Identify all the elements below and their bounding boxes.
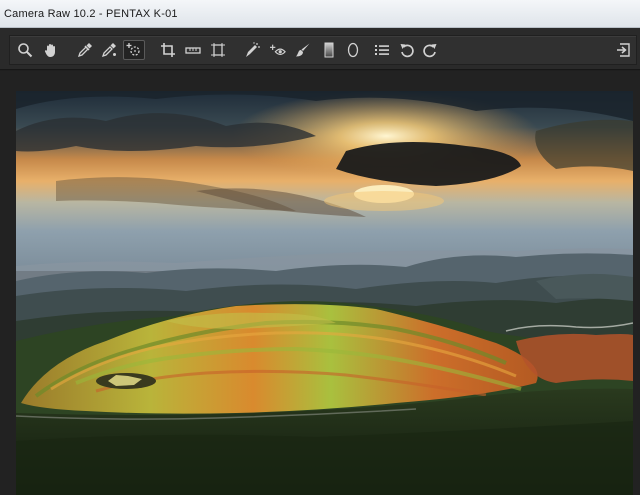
tools-toolbar bbox=[9, 35, 637, 65]
graduated-filter-tool-button[interactable] bbox=[319, 40, 339, 60]
preferences-button[interactable] bbox=[372, 40, 392, 60]
toggle-fullscreen-button[interactable] bbox=[613, 40, 633, 60]
image-preview[interactable] bbox=[16, 91, 633, 495]
rotate-ccw-icon bbox=[400, 44, 414, 58]
rotate-cw-button[interactable] bbox=[420, 40, 440, 60]
spot-removal-tool-button[interactable] bbox=[242, 40, 262, 60]
transform-icon bbox=[211, 43, 225, 57]
red-eye-removal-tool-button[interactable] bbox=[267, 40, 289, 60]
toolbar-area bbox=[0, 28, 640, 70]
radial-filter-tool-button[interactable] bbox=[343, 40, 363, 60]
color-sampler-tool-button[interactable] bbox=[99, 40, 119, 60]
ellipse-icon bbox=[347, 42, 359, 58]
gradient-rect-icon bbox=[324, 42, 334, 58]
fullscreen-exit-icon bbox=[617, 43, 630, 57]
window-title: Camera Raw 10.2 - PENTAX K-01 bbox=[4, 8, 178, 20]
spot-brush-icon bbox=[246, 42, 260, 57]
terraced-hills-sunset-photo bbox=[16, 91, 633, 495]
rotate-ccw-button[interactable] bbox=[397, 40, 417, 60]
eyedropper-icon bbox=[77, 43, 92, 58]
list-icon bbox=[375, 45, 389, 55]
hand-icon bbox=[44, 44, 55, 57]
window-title-bar: Camera Raw 10.2 - PENTAX K-01 bbox=[0, 0, 640, 28]
crop-tool-button[interactable] bbox=[158, 40, 178, 60]
hand-tool-button[interactable] bbox=[41, 40, 61, 60]
targeted-adjustment-tool-button[interactable] bbox=[123, 40, 145, 60]
magnifier-icon bbox=[18, 43, 33, 58]
adjustment-brush-tool-button[interactable] bbox=[293, 40, 313, 60]
red-eye-icon bbox=[270, 44, 286, 56]
target-adjust-icon bbox=[126, 43, 140, 56]
transform-tool-button[interactable] bbox=[208, 40, 228, 60]
level-icon bbox=[185, 47, 201, 54]
rotate-cw-icon bbox=[423, 44, 437, 58]
color-sampler-icon bbox=[101, 43, 116, 58]
white-balance-tool-button[interactable] bbox=[75, 40, 95, 60]
straighten-tool-button[interactable] bbox=[183, 40, 203, 60]
brush-icon bbox=[296, 43, 310, 57]
crop-icon bbox=[161, 43, 175, 57]
zoom-tool-button[interactable] bbox=[15, 40, 35, 60]
